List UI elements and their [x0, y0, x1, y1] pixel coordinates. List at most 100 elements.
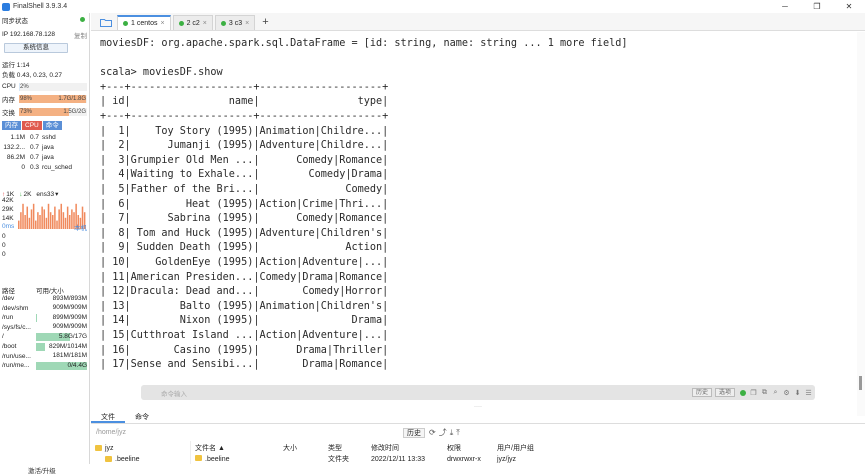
tab-session-3[interactable]: 3 c3 ×	[214, 15, 256, 30]
download-icon[interactable]: ⬇	[793, 388, 802, 397]
sync-status[interactable]: 同步状态	[2, 15, 87, 25]
command-history-button[interactable]: 历史	[691, 388, 712, 397]
disk-row[interactable]: /sys/fs/c... 909M/909M	[2, 323, 87, 332]
tab-session-1[interactable]: 1 centos ×	[117, 15, 171, 30]
connected-dot-icon	[123, 21, 128, 26]
close-tab-icon[interactable]: ×	[245, 20, 249, 27]
network-interface-select[interactable]: ens33	[36, 191, 54, 198]
tree-item[interactable]: .beeline	[105, 454, 140, 464]
col-size[interactable]: 大小	[283, 443, 328, 453]
process-name: sshd	[42, 133, 56, 141]
terminal-scrollbar[interactable]	[857, 32, 865, 416]
minimize-button[interactable]: ─	[769, 0, 801, 13]
menu-icon[interactable]: ☰	[804, 388, 813, 397]
terminal-line: moviesDF: org.apache.spark.sql.DataFrame…	[100, 38, 628, 49]
sort-tab-cpu[interactable]: CPU	[22, 121, 42, 130]
close-button[interactable]: ✕	[833, 0, 865, 13]
disk-row[interactable]: /dev 893M/893M	[2, 294, 87, 303]
disk-row[interactable]: /run/me... 0/4.4G	[2, 361, 87, 370]
disk-usage-text: 893M/893M	[52, 294, 87, 302]
tab-commands[interactable]: 命令	[125, 411, 159, 423]
disk-row[interactable]: /boot 829M/1014M	[2, 342, 87, 351]
command-input[interactable]: 命令输入	[161, 388, 692, 398]
disk-row[interactable]: /dev/shm 909M/909M	[2, 304, 87, 313]
app-logo-icon	[2, 2, 10, 11]
latency-row: 0ms 本机	[2, 222, 87, 232]
disk-row[interactable]: /run/use... 181M/181M	[2, 352, 87, 361]
system-info-button[interactable]: 系统信息	[4, 43, 68, 53]
download-file-icon[interactable]: ⤓	[450, 428, 454, 438]
col-type[interactable]: 类型	[328, 443, 371, 453]
file-row[interactable]: .beeline 文件夹 2022/12/11 13:33 drwxrwxr-x…	[195, 454, 557, 464]
network-header: ↑ 1K ↓ 2K ens33 ▾	[2, 190, 87, 199]
search-icon[interactable]: ⌕	[771, 388, 780, 397]
process-row[interactable]: 0 0.3 rcu_sched	[2, 162, 88, 172]
close-tab-icon[interactable]: ×	[160, 20, 164, 27]
ip-row: IP 192.168.78.128 复制	[2, 30, 87, 40]
latency-host[interactable]: 本机	[74, 222, 87, 232]
sort-tab-command[interactable]: 命令	[42, 121, 62, 130]
disk-row[interactable]: /run 899M/909M	[2, 313, 87, 322]
window-controls: ─ ❐ ✕	[769, 0, 865, 13]
tab-files[interactable]: 文件	[91, 411, 125, 423]
disk-usage-text: 0/4.4G	[67, 361, 87, 369]
latency-sample: 0	[2, 251, 6, 258]
disk-row[interactable]: / 5.8G/17G	[2, 332, 87, 341]
path-history-button[interactable]: 历史	[403, 427, 425, 438]
disk-usage-text: 5.8G/17G	[58, 332, 87, 340]
memory-value: 1.7G/1.8G	[58, 96, 86, 102]
copy-ip-button[interactable]: 复制	[74, 30, 87, 40]
col-permissions[interactable]: 权限	[447, 443, 497, 453]
disk-usage: 909M/909M	[36, 304, 87, 312]
tree-item-label: .beeline	[115, 455, 140, 463]
process-mem: 1.1M	[10, 133, 25, 141]
refresh-icon[interactable]: ⟳	[429, 428, 436, 437]
process-cpu: 0.7	[29, 133, 39, 141]
terminal-line: +---+--------------------+--------------…	[100, 81, 389, 93]
sync-status-dot-icon	[80, 17, 85, 22]
file-list-header: 文件名 ▲ 大小 类型 修改时间 权限 用户/用户组	[195, 443, 557, 453]
swap-value: 1.5G/2G	[63, 109, 86, 115]
file-name: .beeline	[195, 455, 283, 463]
tree-item[interactable]: jyz	[95, 443, 114, 453]
file-permissions: drwxrwxr-x	[447, 455, 481, 463]
file-path-input[interactable]: /home/jyz	[95, 427, 403, 438]
process-row[interactable]: 86.2M 0.7 java	[2, 152, 88, 162]
close-tab-icon[interactable]: ×	[203, 20, 207, 27]
disk-usage-text: 909M/909M	[52, 304, 87, 312]
disk-path: /	[2, 333, 4, 341]
terminal-line: +---+--------------------+--------------…	[100, 111, 389, 122]
copy-icon[interactable]: ❐	[749, 388, 758, 397]
session-tab-bar: 1 centos × 2 c2 × 3 c3 × +	[91, 13, 865, 31]
paste-icon[interactable]: ⧉	[760, 388, 769, 397]
up-folder-icon[interactable]: ⤴	[439, 427, 447, 438]
disk-usage: 829M/1014M	[35, 342, 87, 351]
terminal-output[interactable]: moviesDF: org.apache.spark.sql.DataFrame…	[91, 32, 857, 416]
command-options-button[interactable]: 选项	[714, 388, 735, 397]
process-cpu: 0.7	[29, 153, 39, 161]
scrollbar-thumb[interactable]	[859, 376, 862, 390]
tab-label: 1 centos	[131, 20, 158, 27]
col-modified[interactable]: 修改时间	[371, 443, 447, 453]
col-owner[interactable]: 用户/用户组	[497, 443, 557, 453]
terminal-line: | 10| GoldenEye (1995)|Action|Adventure|…	[100, 257, 389, 268]
disk-path: /boot	[2, 343, 17, 350]
uptime: 运行 1:14	[2, 61, 30, 69]
upload-file-icon[interactable]: ⤒	[456, 428, 460, 438]
command-input-bar[interactable]: 命令输入 历史 选项 ❐ ⧉ ⌕ ⚙ ⬇ ☰	[141, 385, 815, 400]
maximize-button[interactable]: ❐	[801, 0, 833, 13]
open-folder-icon[interactable]	[95, 14, 117, 30]
tab-session-2[interactable]: 2 c2 ×	[172, 15, 213, 30]
disk-usage: 5.8G/17G	[35, 332, 87, 341]
title-bar: FinalShell 3.9.3.4 ─ ❐ ✕	[0, 0, 865, 13]
gear-icon[interactable]: ⚙	[782, 388, 791, 397]
col-filename[interactable]: 文件名 ▲	[195, 443, 283, 453]
chevron-down-icon[interactable]: ▾	[55, 190, 58, 198]
add-tab-button[interactable]: +	[257, 15, 273, 30]
process-table: 1.1M 0.7 sshd 132.2... 0.7 java 86.2M 0.…	[2, 132, 88, 172]
process-row[interactable]: 132.2... 0.7 java	[2, 142, 88, 152]
file-modified: 2022/12/11 13:33	[371, 455, 425, 463]
process-row[interactable]: 1.1M 0.7 sshd	[2, 132, 88, 142]
sort-tab-memory[interactable]: 内存	[2, 121, 21, 130]
activate-upgrade-link[interactable]: 激活/升级	[28, 465, 56, 475]
